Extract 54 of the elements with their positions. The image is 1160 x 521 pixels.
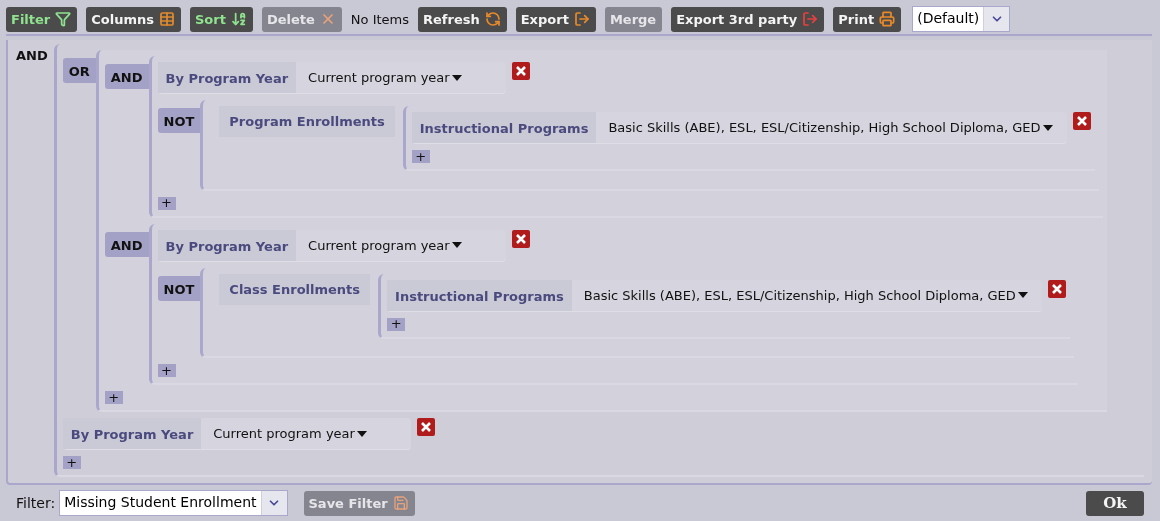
field-label: By Program Year xyxy=(157,229,297,261)
value-dropdown[interactable]: Current program year xyxy=(296,70,470,85)
relation-label: Class Enrollments xyxy=(219,273,371,305)
caret-icon xyxy=(451,242,462,248)
value-dropdown[interactable]: Current program year xyxy=(296,237,470,253)
filter-icon xyxy=(55,11,72,27)
operator-label: AND xyxy=(104,231,149,257)
operator-label: NOT xyxy=(157,108,201,133)
add-button[interactable]: + xyxy=(62,456,81,469)
refresh-icon xyxy=(484,11,501,27)
status-text: No Items xyxy=(350,11,409,27)
caret-icon xyxy=(1042,124,1053,131)
value-dropdown[interactable]: Current program year xyxy=(201,426,375,441)
refresh-button[interactable]: Refresh xyxy=(418,6,507,32)
ok-button[interactable]: Ok xyxy=(1086,490,1144,516)
remove-icon[interactable] xyxy=(511,229,530,248)
add-button[interactable]: + xyxy=(387,317,406,331)
relation-label: Program Enrollments xyxy=(219,106,395,137)
remove-icon[interactable] xyxy=(1047,279,1066,298)
caret-icon xyxy=(451,74,462,81)
save-icon xyxy=(392,495,409,511)
field-label: Instructional Programs xyxy=(411,112,597,143)
add-button[interactable]: + xyxy=(157,364,176,377)
caret-icon xyxy=(1017,292,1028,298)
field-label: By Program Year xyxy=(62,418,202,449)
sort-icon xyxy=(230,11,247,27)
value-dropdown[interactable]: Basic Skills (ABE), ESL, ESL/Citizenship, High School Diploma, GED xyxy=(571,287,1036,303)
remove-icon[interactable] xyxy=(511,62,530,80)
print-button[interactable]: Print xyxy=(833,6,902,32)
field-label: By Program Year xyxy=(157,62,297,93)
columns-button[interactable]: Columns xyxy=(86,6,181,32)
table-icon xyxy=(159,11,175,27)
operator-label: AND xyxy=(15,47,49,63)
value-dropdown[interactable]: Basic Skills (ABE), ESL, ESL/Citizenship, High School Diploma, GED xyxy=(596,120,1061,135)
layout-select[interactable]: (Default) xyxy=(912,6,1011,32)
printer-icon xyxy=(879,11,896,27)
operator-label: NOT xyxy=(157,275,201,301)
operator-label: AND xyxy=(104,64,149,89)
filter-select[interactable]: Missing Student Enrollment xyxy=(59,490,288,516)
export-button[interactable]: Export xyxy=(515,6,596,32)
field-label: Instructional Programs xyxy=(387,279,572,311)
add-button[interactable]: + xyxy=(104,391,123,404)
export-icon xyxy=(573,11,590,27)
export-icon xyxy=(802,11,819,27)
caret-icon xyxy=(356,430,367,437)
remove-icon[interactable] xyxy=(1072,112,1091,130)
remove-icon[interactable] xyxy=(416,418,435,436)
filter-button[interactable]: Filter xyxy=(6,6,78,32)
add-button[interactable]: + xyxy=(157,196,176,210)
export-third-party-button[interactable]: Export 3rd party xyxy=(671,6,825,32)
sort-button[interactable]: Sort xyxy=(190,6,253,32)
filter-label: Filter: xyxy=(16,495,56,511)
add-button[interactable]: + xyxy=(411,150,430,163)
operator-label: OR xyxy=(62,58,96,83)
